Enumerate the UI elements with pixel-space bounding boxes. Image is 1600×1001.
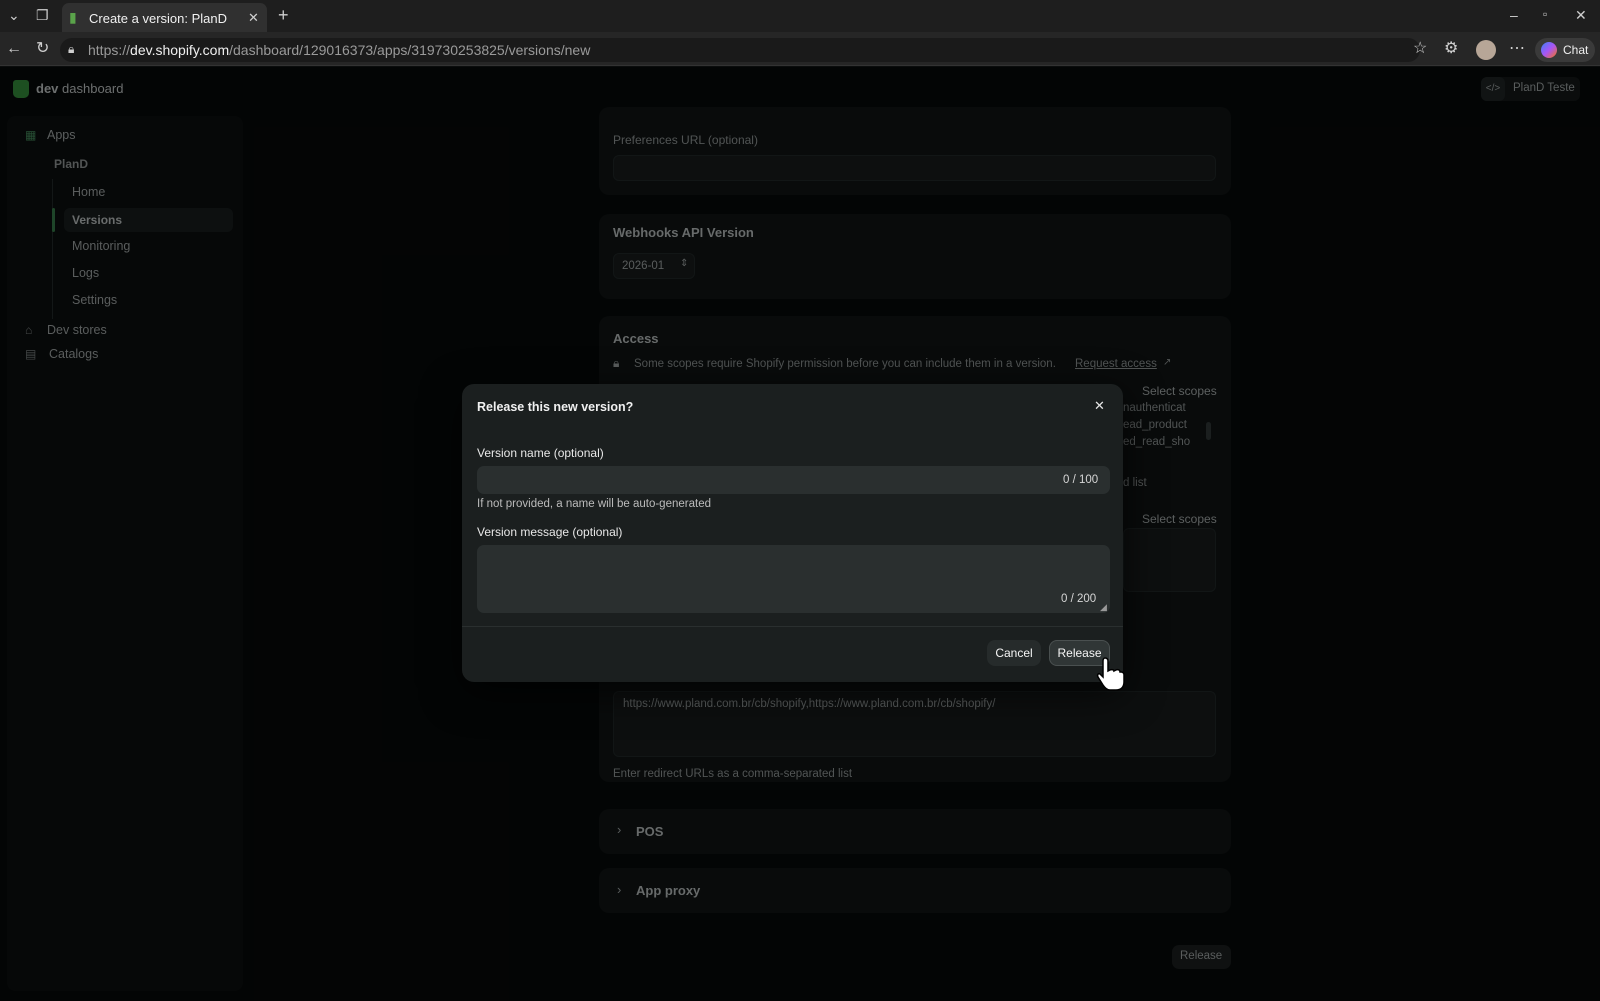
shopify-favicon-icon: ▮ [69, 9, 77, 25]
close-window-icon[interactable]: ✕ [1575, 8, 1587, 22]
chat-label: Chat [1563, 43, 1589, 57]
version-name-help: If not provided, a name will be auto-gen… [477, 498, 711, 510]
hand-cursor-icon [1096, 657, 1125, 691]
version-name-input[interactable]: 0 / 100 [477, 466, 1110, 494]
close-icon[interactable]: ✕ [1094, 398, 1105, 414]
version-name-label: Version name (optional) [477, 446, 604, 460]
dialog-title: Release this new version? [477, 400, 634, 414]
version-message-counter: 0 / 200 [1061, 593, 1097, 605]
close-tab-icon[interactable]: ✕ [248, 11, 259, 24]
copilot-icon [1541, 42, 1557, 58]
browser-tab-bar: ⌄ ❐ ▮ Create a version: PlanD ✕ + – ▫ ✕ [0, 0, 1600, 32]
back-icon[interactable]: ← [6, 41, 22, 57]
browser-tab[interactable]: ▮ Create a version: PlanD ✕ [62, 3, 267, 32]
new-tab-icon[interactable]: + [278, 6, 289, 24]
version-message-label: Version message (optional) [477, 525, 623, 539]
reload-icon[interactable]: ↻ [36, 41, 49, 57]
chat-button[interactable]: Chat [1535, 38, 1595, 62]
site-info-lock-icon[interactable]: 🔒︎ [68, 43, 74, 55]
dialog-footer-divider [462, 626, 1123, 627]
maximize-icon[interactable]: ▫ [1543, 8, 1547, 20]
profile-avatar[interactable] [1476, 40, 1496, 60]
version-message-textarea[interactable]: 0 / 200 ◢ [477, 545, 1110, 613]
tab-actions-icon[interactable]: ❐ [36, 8, 49, 22]
minimize-icon[interactable]: – [1510, 8, 1518, 22]
more-menu-icon[interactable]: ⋯ [1509, 41, 1525, 57]
bookmark-star-icon[interactable]: ☆ [1413, 41, 1427, 57]
extensions-icon[interactable]: ⚙ [1444, 41, 1458, 57]
cancel-button[interactable]: Cancel [987, 640, 1041, 666]
release-version-dialog: Release this new version? ✕ Version name… [462, 384, 1123, 682]
version-name-counter: 0 / 100 [1063, 474, 1099, 486]
tab-list-chevron-icon[interactable]: ⌄ [8, 8, 20, 22]
url-text[interactable]: https://dev.shopify.com/dashboard/129016… [88, 42, 590, 58]
tab-title: Create a version: PlanD [89, 11, 228, 26]
resize-handle-icon[interactable]: ◢ [1100, 602, 1107, 613]
